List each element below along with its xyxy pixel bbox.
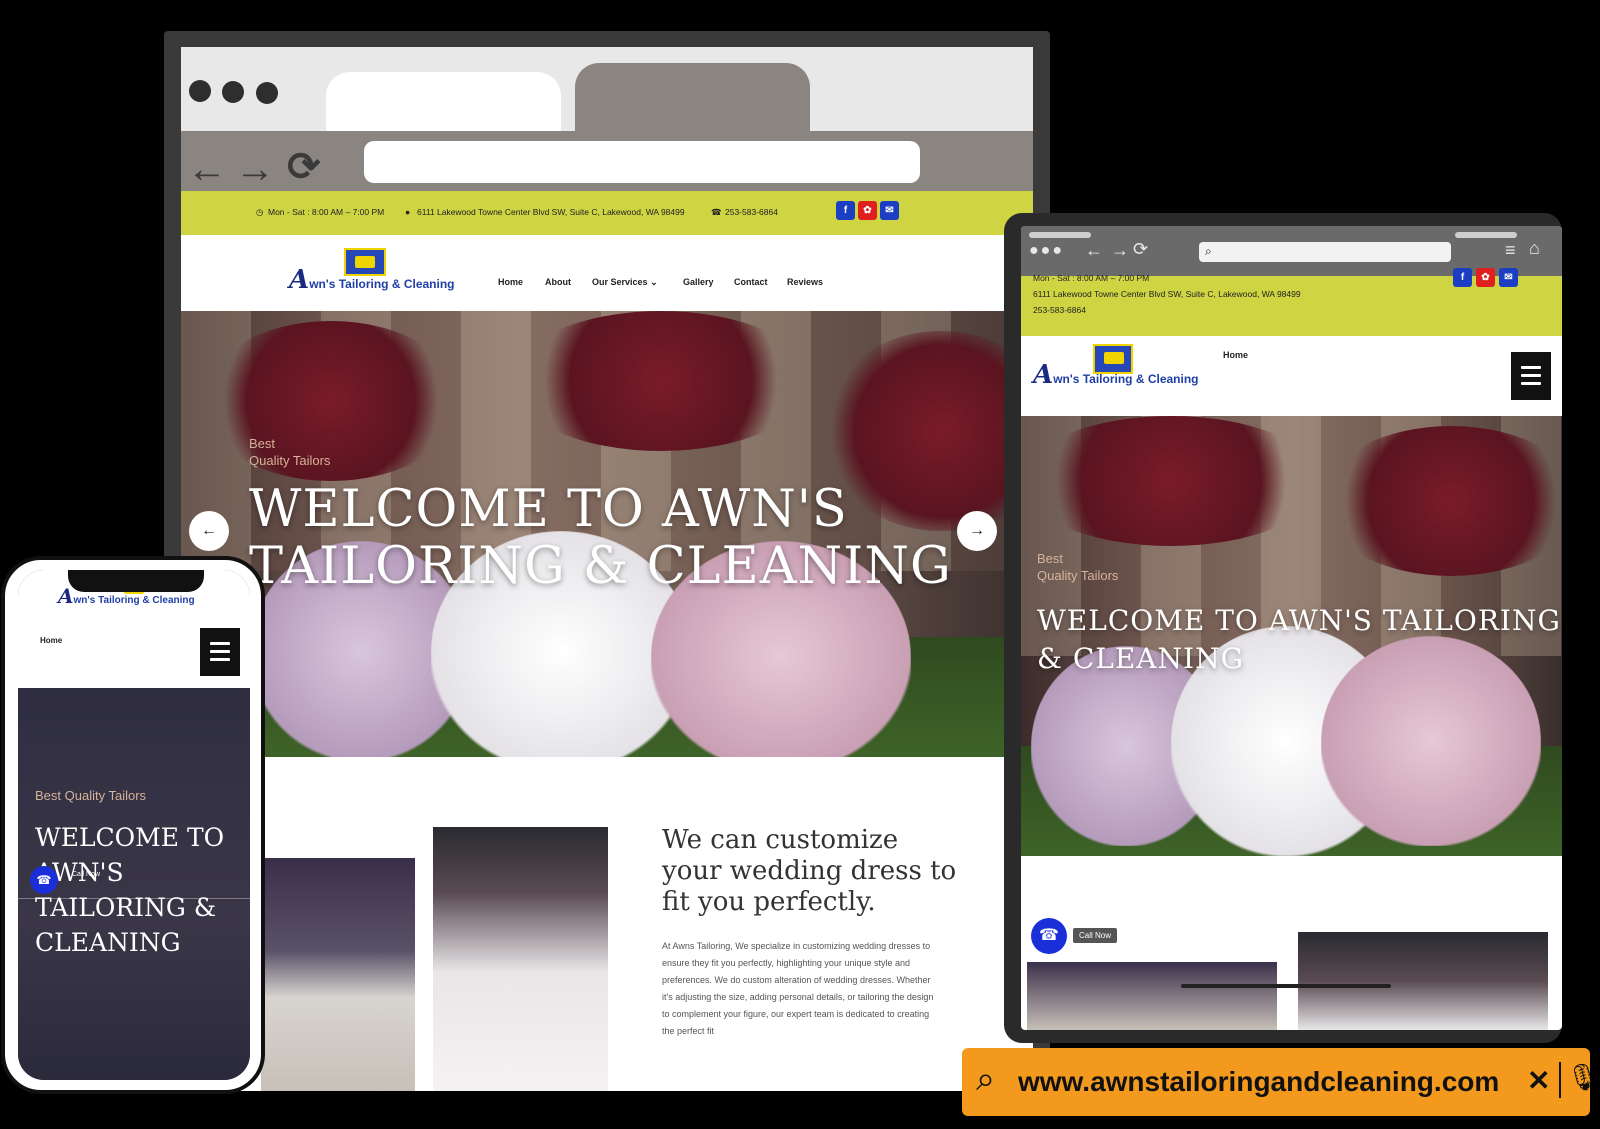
business-phone[interactable]: 253-583-6864 [725,207,778,217]
phone-notch [68,570,204,592]
nav-reviews[interactable]: Reviews [787,277,823,287]
email-icon[interactable]: ✉ [1499,268,1518,287]
customize-title: We can customize your wedding dress to f… [662,825,957,917]
microphone-icon[interactable]: 🎙 [1566,1062,1599,1093]
yelp-icon[interactable]: ✿ [858,201,877,220]
home-indicator-bar [1181,984,1391,988]
search-url-banner[interactable]: ⌕ www.awnstailoringandcleaning.com ✕ 🎙 [962,1048,1599,1116]
phone-icon: ☎ [711,207,722,217]
ivy-foliage [1021,416,1321,546]
tablet-hero-slider: Best Quality Tailors WELCOME TO AWN'S TA… [1021,416,1562,856]
tablet-top-info-bar: Mon - Sat : 8:00 AM – 7:00 PM 6111 Lakew… [1021,268,1562,336]
email-icon[interactable]: ✉ [880,201,899,220]
slider-next-button[interactable]: → [957,511,997,551]
window-dots-icon: ●●● [1029,242,1064,259]
business-address: 6111 Lakewood Towne Center Blvd SW, Suit… [1033,289,1301,299]
nav-home[interactable]: Home [498,277,523,287]
nav-gallery[interactable]: Gallery [683,277,714,287]
site-logo[interactable]: Awn's Tailoring & Cleaning [289,265,455,295]
ivy-foliage [201,321,461,481]
call-now-label[interactable]: Call Now [72,871,100,878]
lace-dress-back-photo [1027,962,1277,1030]
hero-slider: Best Quality Tailors WELCOME TO AWN'S TA… [181,311,1033,757]
browser-tab-bar [181,47,1033,134]
phone-screen: Awn's Tailoring & Cleaning Home Best Qua… [18,570,250,1080]
window-minimize-dot[interactable] [222,81,244,103]
search-icon: ⌕ [1205,244,1212,258]
bride-dress-fitting-photo [1298,932,1548,1030]
lace-dress-back-photo [261,858,415,1091]
forward-arrow-icon[interactable]: → [1111,240,1129,261]
arrow-left-icon: ← [201,522,217,539]
hero-title: WELCOME TO AWN'S TAILORING & CLEANING [1037,604,1561,675]
location-pin-icon: ● [405,207,411,217]
hero-title: WELCOME TO AWN'S TAILORING & CLEANING [35,823,225,957]
menu-lines-icon[interactable]: ≡ [1505,240,1516,261]
divider [18,898,250,899]
site-header: Awn's Tailoring & Cleaning Home About Ou… [181,235,1033,311]
chevron-down-icon: ⌄ [650,277,658,287]
hero-eyebrow: Best Quality Tailors [249,436,331,468]
tablet-site-header: Awn's Tailoring & Cleaning Home [1021,336,1562,416]
home-icon[interactable]: ⌂ [1529,238,1540,259]
search-icon: ⌕ [976,1060,996,1098]
slider-prev-button[interactable]: ← [189,511,229,551]
phone-site-header: Awn's Tailoring & Cleaning Home [18,570,250,688]
facebook-icon[interactable]: f [1453,268,1472,287]
close-icon[interactable]: ✕ [1527,1064,1550,1097]
site-top-info-bar: ◷ Mon - Sat : 8:00 AM – 7:00 PM ● 6111 L… [181,191,1033,235]
call-now-button[interactable]: ☎ [1031,918,1067,954]
customize-body: At Awns Tailoring, We specialize in cust… [662,941,934,1036]
back-arrow-icon[interactable]: ← [187,149,227,189]
tablet-address-bar[interactable]: ⌕ [1199,242,1451,262]
hamburger-menu-button[interactable] [1511,352,1551,400]
nav-home[interactable]: Home [40,636,62,645]
reload-icon[interactable]: ⟳ [287,147,321,187]
address-bar[interactable] [364,141,920,183]
hero-eyebrow: Best Quality Tailors [1037,551,1119,583]
window-close-dot[interactable] [189,80,211,102]
customize-section: We can customize your wedding dress to f… [181,757,1033,1091]
call-now-button[interactable]: ☎ [30,866,58,894]
browser-tab-inactive[interactable] [575,63,810,133]
business-hours: Mon - Sat : 8:00 AM – 7:00 PM [1033,273,1150,283]
business-phone[interactable]: 253-583-6864 [1033,305,1086,315]
nav-contact[interactable]: Contact [734,277,768,287]
hero-eyebrow: Best Quality Tailors [35,788,147,803]
facebook-icon[interactable]: f [836,201,855,220]
divider [1559,1062,1561,1098]
arrow-right-icon: → [969,522,985,539]
phone-icon: ☎ [1039,927,1059,944]
business-hours: Mon - Sat : 8:00 AM – 7:00 PM [268,207,385,217]
forward-arrow-icon[interactable]: → [235,149,275,189]
business-address: 6111 Lakewood Towne Center Blvd SW, Suit… [417,207,685,217]
hamburger-menu-button[interactable] [200,628,240,676]
hero-title: WELCOME TO AWN'S TAILORING & CLEANING [249,480,952,596]
tablet-tab-indicator [1029,232,1091,238]
call-now-label[interactable]: Call Now [1073,928,1118,943]
back-arrow-icon[interactable]: ← [1085,240,1103,261]
nav-our-services[interactable]: Our Services ⌄ [592,277,658,288]
ivy-foliage [511,311,811,451]
reload-icon[interactable]: ⟳ [1133,239,1148,260]
desktop-browser-window: ← → ⟳ ◷ Mon - Sat : 8:00 AM – 7:00 PM ● … [181,47,1033,1091]
phone-icon: ☎ [36,873,52,887]
nav-home[interactable]: Home [1223,350,1248,360]
clock-icon: ◷ [256,207,264,217]
site-logo[interactable]: Awn's Tailoring & Cleaning [1033,360,1199,390]
bride-dress-fitting-photo [433,827,608,1091]
nav-about[interactable]: About [545,277,571,287]
yelp-icon[interactable]: ✿ [1476,268,1495,287]
tablet-tab-indicator [1455,232,1517,238]
window-maximize-dot[interactable] [256,82,278,104]
browser-tab-active[interactable] [326,72,561,134]
tablet-browser-window: ●●● ← → ⟳ ⌕ ≡ ⌂ Mon - Sat : 8:00 AM – 7:… [1021,226,1562,1030]
website-url[interactable]: www.awnstailoringandcleaning.com [1018,1066,1499,1098]
